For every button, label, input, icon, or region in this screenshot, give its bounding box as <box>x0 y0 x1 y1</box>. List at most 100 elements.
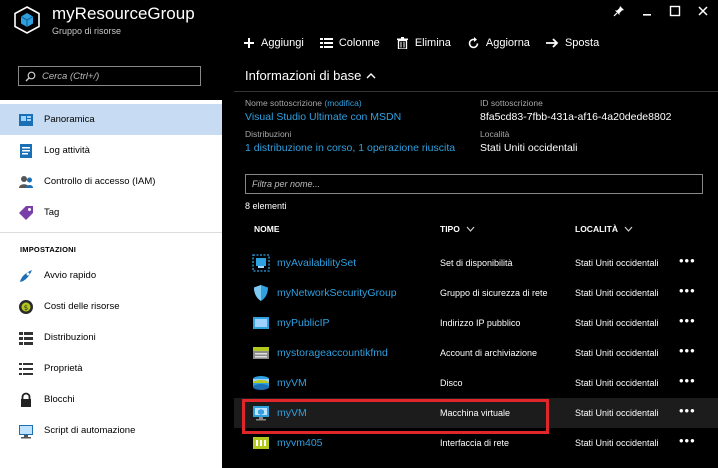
pin-icon[interactable] <box>612 4 626 18</box>
availability-set-icon <box>252 254 270 272</box>
iam-icon <box>19 175 33 188</box>
sidebar-item-label: Script di automazione <box>44 425 136 436</box>
sidebar-item-costi[interactable]: $ Costi delle risorse <box>0 291 222 322</box>
deployments-value[interactable]: 1 distribuzione in corso, 1 operazione r… <box>245 142 455 154</box>
subscription-edit-link[interactable]: (modifica) <box>324 98 361 108</box>
more-options-icon[interactable]: ••• <box>679 403 696 418</box>
resource-name[interactable]: myAvailabilitySet <box>277 257 356 269</box>
resource-location: Stati Uniti occidentali <box>575 258 659 268</box>
column-name-label: NOME <box>254 224 280 234</box>
sidebar-item-tag[interactable]: Tag <box>0 197 222 228</box>
sidebar-item-avvio-rapido[interactable]: Avvio rapido <box>0 260 222 291</box>
sidebar-item-proprieta[interactable]: Proprietà <box>0 353 222 384</box>
more-options-icon[interactable]: ••• <box>679 253 696 268</box>
filter-placeholder: Filtra per nome... <box>252 179 321 189</box>
deployments-icon <box>19 331 33 345</box>
resource-group-cube-icon <box>14 6 40 34</box>
tag-icon <box>19 205 33 220</box>
column-type-label: TIPO <box>440 224 460 234</box>
more-options-icon[interactable]: ••• <box>679 313 696 328</box>
table-header: NOME TIPO LOCALITÀ <box>234 218 718 242</box>
resource-location: Stati Uniti occidentali <box>575 438 659 448</box>
sidebar-item-iam[interactable]: Controllo di accesso (IAM) <box>0 166 222 197</box>
more-options-icon[interactable]: ••• <box>679 433 696 448</box>
resource-name[interactable]: myvm405 <box>277 437 323 449</box>
maximize-icon[interactable] <box>668 4 682 18</box>
essentials-title: Informazioni di base <box>245 68 362 83</box>
more-options-icon[interactable]: ••• <box>679 373 696 388</box>
nic-icon <box>253 437 269 449</box>
sidebar-item-label: Avvio rapido <box>44 270 97 281</box>
table-row[interactable]: mystorageaccountikfmd Account di archivi… <box>234 338 718 368</box>
item-count: 8 elementi <box>245 201 287 211</box>
title-bar: myResourceGroup Gruppo di risorse <box>0 0 718 64</box>
minimize-icon[interactable] <box>640 4 654 18</box>
column-header-type[interactable]: TIPO <box>440 224 475 234</box>
resource-type: Account di archiviazione <box>440 348 538 358</box>
more-options-icon[interactable]: ••• <box>679 343 696 358</box>
resource-type: Macchina virtuale <box>440 408 511 418</box>
essentials-header[interactable]: Informazioni di base <box>234 60 718 92</box>
sidebar-item-panoramica[interactable]: Panoramica <box>0 104 222 135</box>
chevron-up-icon[interactable] <box>366 72 376 79</box>
table-row[interactable]: myNetworkSecurityGroup Gruppo di sicurez… <box>234 278 718 308</box>
page-subtitle: Gruppo di risorse <box>52 26 122 36</box>
sort-icon <box>624 226 633 232</box>
columns-button-label: Colonne <box>338 37 380 49</box>
subscription-label: Nome sottoscrizione <box>245 98 323 108</box>
panel-divider <box>222 60 234 468</box>
resource-location: Stati Uniti occidentali <box>575 288 659 298</box>
table-row[interactable]: myvm405 Interfaccia di rete Stati Uniti … <box>234 428 718 458</box>
move-button-label: Sposta <box>564 37 600 49</box>
resource-location: Stati Uniti occidentali <box>575 348 659 358</box>
resource-name[interactable]: myVM <box>277 407 307 419</box>
activity-log-icon <box>20 143 32 158</box>
delete-button[interactable]: Elimina <box>396 36 451 50</box>
script-icon <box>19 424 33 438</box>
search-input[interactable]: Cerca (Ctrl+/) <box>18 66 201 86</box>
sidebar-item-script[interactable]: Script di automazione <box>0 415 222 446</box>
more-options-icon[interactable]: ••• <box>679 283 696 298</box>
svg-text:$: $ <box>24 304 28 312</box>
properties-icon <box>19 362 33 375</box>
resource-name[interactable]: myNetworkSecurityGroup <box>277 287 397 299</box>
resource-name[interactable]: myVM <box>277 377 307 389</box>
columns-button[interactable]: Colonne <box>320 36 380 50</box>
sidebar-item-log-attivita[interactable]: Log attività <box>0 135 222 166</box>
plus-icon <box>242 36 256 50</box>
column-location-label: LOCALITÀ <box>575 224 618 234</box>
overview-icon <box>19 113 33 126</box>
sidebar-item-label: Panoramica <box>44 114 95 125</box>
sidebar-item-distribuzioni[interactable]: Distribuzioni <box>0 322 222 353</box>
table-row[interactable]: myAvailabilitySet Set di disponibilità S… <box>234 248 718 278</box>
resource-type: Interfaccia di rete <box>440 438 510 448</box>
vm-icon <box>253 406 269 421</box>
search-icon <box>25 71 36 81</box>
table-row-selected[interactable]: myVM Macchina virtuale Stati Uniti occid… <box>234 398 718 428</box>
delete-button-label: Elimina <box>414 37 451 49</box>
column-header-name[interactable]: NOME <box>254 224 280 234</box>
subscription-value[interactable]: Visual Studio Ultimate con MSDN <box>245 111 401 123</box>
add-button-label: Aggiungi <box>261 37 304 49</box>
sidebar-item-blocchi[interactable]: Blocchi <box>0 384 222 415</box>
columns-icon <box>320 36 334 50</box>
add-button[interactable]: Aggiungi <box>242 36 304 50</box>
refresh-icon <box>467 36 481 50</box>
filter-input[interactable]: Filtra per nome... <box>245 174 703 194</box>
costs-icon: $ <box>19 299 33 314</box>
move-button[interactable]: Sposta <box>546 36 599 50</box>
resource-location: Stati Uniti occidentali <box>575 318 659 328</box>
resource-name[interactable]: myPublicIP <box>277 317 330 329</box>
resource-table: myAvailabilitySet Set di disponibilità S… <box>234 248 718 458</box>
table-row[interactable]: myPublicIP Indirizzo IP pubblico Stati U… <box>234 308 718 338</box>
column-header-location[interactable]: LOCALITÀ <box>575 224 633 234</box>
resource-name[interactable]: mystorageaccountikfmd <box>277 347 388 359</box>
subscription-id-label: ID sottoscrizione <box>480 98 543 108</box>
sidebar-item-label: Blocchi <box>44 394 75 405</box>
sidebar-nav: Panoramica Log attività Controllo di acc… <box>0 104 222 446</box>
search-placeholder: Cerca (Ctrl+/) <box>42 70 100 82</box>
table-row[interactable]: myVM Disco Stati Uniti occidentali ••• <box>234 368 718 398</box>
refresh-button[interactable]: Aggiorna <box>467 36 530 50</box>
main-panel: Informazioni di base Nome sottoscrizione… <box>234 60 718 468</box>
close-icon[interactable] <box>696 4 710 18</box>
